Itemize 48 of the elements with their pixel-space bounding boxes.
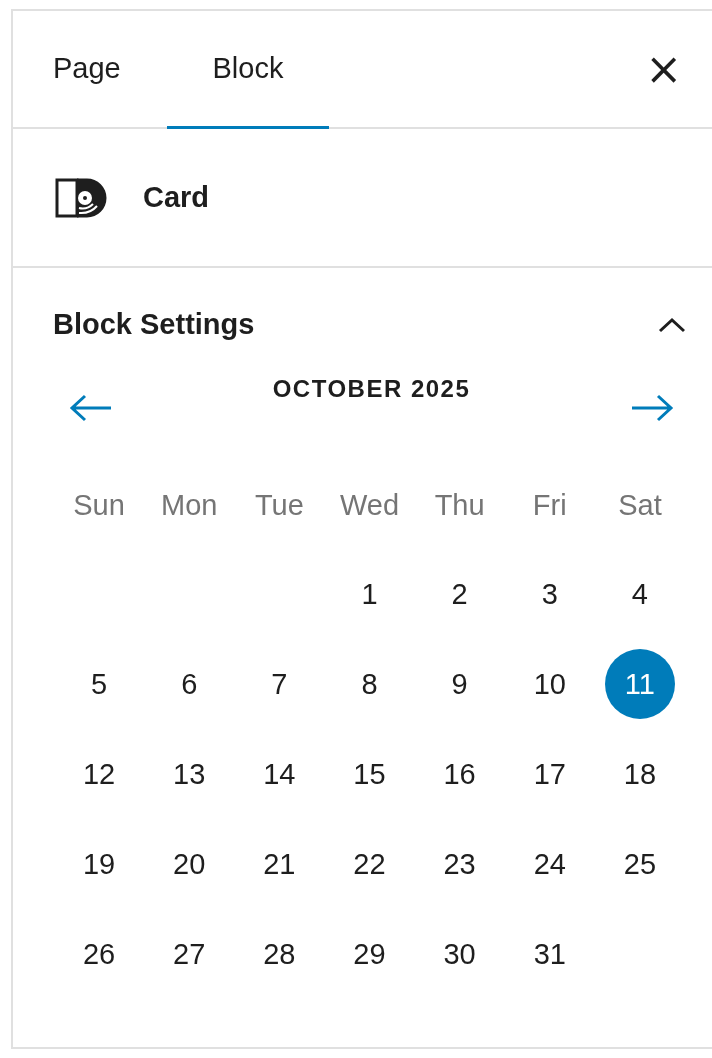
weekday-label: Tue <box>254 489 304 521</box>
previous-month-button[interactable] <box>69 393 113 423</box>
day-button[interactable]: 12 <box>64 739 135 809</box>
block-name: Card <box>143 181 210 214</box>
day-button[interactable]: 3 <box>514 559 585 629</box>
weekday-label: Mon <box>161 489 218 521</box>
day-button[interactable]: 20 <box>154 829 225 899</box>
panel-title[interactable]: Block Settings <box>53 308 255 341</box>
day-button[interactable]: 21 <box>244 829 315 899</box>
day-button[interactable]: 1 <box>334 559 405 629</box>
day-button[interactable]: 5 <box>64 649 135 719</box>
chevron-icon[interactable] <box>658 315 686 334</box>
day-button[interactable]: 25 <box>604 829 675 899</box>
day-button[interactable]: 9 <box>424 649 495 719</box>
day-button[interactable]: 30 <box>424 919 495 989</box>
weekday-label: Sun <box>73 489 125 521</box>
day-button[interactable]: 14 <box>244 739 315 809</box>
day-button[interactable]: 22 <box>334 829 405 899</box>
day-button[interactable]: 23 <box>424 829 495 899</box>
month-label: OCTOBER 2025 <box>272 375 471 403</box>
day-button[interactable]: 19 <box>64 829 135 899</box>
next-month-button[interactable] <box>630 393 674 423</box>
weekday-label: Fri <box>532 489 567 521</box>
day-button[interactable]: 26 <box>64 919 135 989</box>
day-button[interactable]: 29 <box>334 919 405 989</box>
day-button[interactable]: 4 <box>604 559 675 629</box>
day-button[interactable]: 24 <box>514 829 585 899</box>
weekday-label: Wed <box>339 489 400 521</box>
day-button[interactable]: 7 <box>244 649 315 719</box>
block-icon <box>55 177 107 218</box>
tab[interactable]: Page <box>33 11 167 129</box>
day-button[interactable]: 8 <box>334 649 405 719</box>
tab[interactable]: Block <box>167 11 329 129</box>
close-button[interactable]: × <box>639 41 688 97</box>
day-button[interactable]: 10 <box>514 649 585 719</box>
day-button[interactable]: 15 <box>334 739 405 809</box>
weekday-label: Sat <box>618 489 662 521</box>
day-button[interactable]: 13 <box>154 739 225 809</box>
day-button[interactable]: 27 <box>154 919 225 989</box>
weekday-label: Thu <box>434 489 485 521</box>
day-button[interactable]: 28 <box>244 919 315 989</box>
day-button[interactable]: 18 <box>604 739 675 809</box>
day-button[interactable]: 16 <box>424 739 495 809</box>
day-button[interactable]: 17 <box>514 739 585 809</box>
day-button[interactable]: 11 <box>604 649 675 719</box>
day-button[interactable]: 31 <box>514 919 585 989</box>
day-button[interactable]: 2 <box>424 559 495 629</box>
day-button[interactable]: 6 <box>154 649 225 719</box>
